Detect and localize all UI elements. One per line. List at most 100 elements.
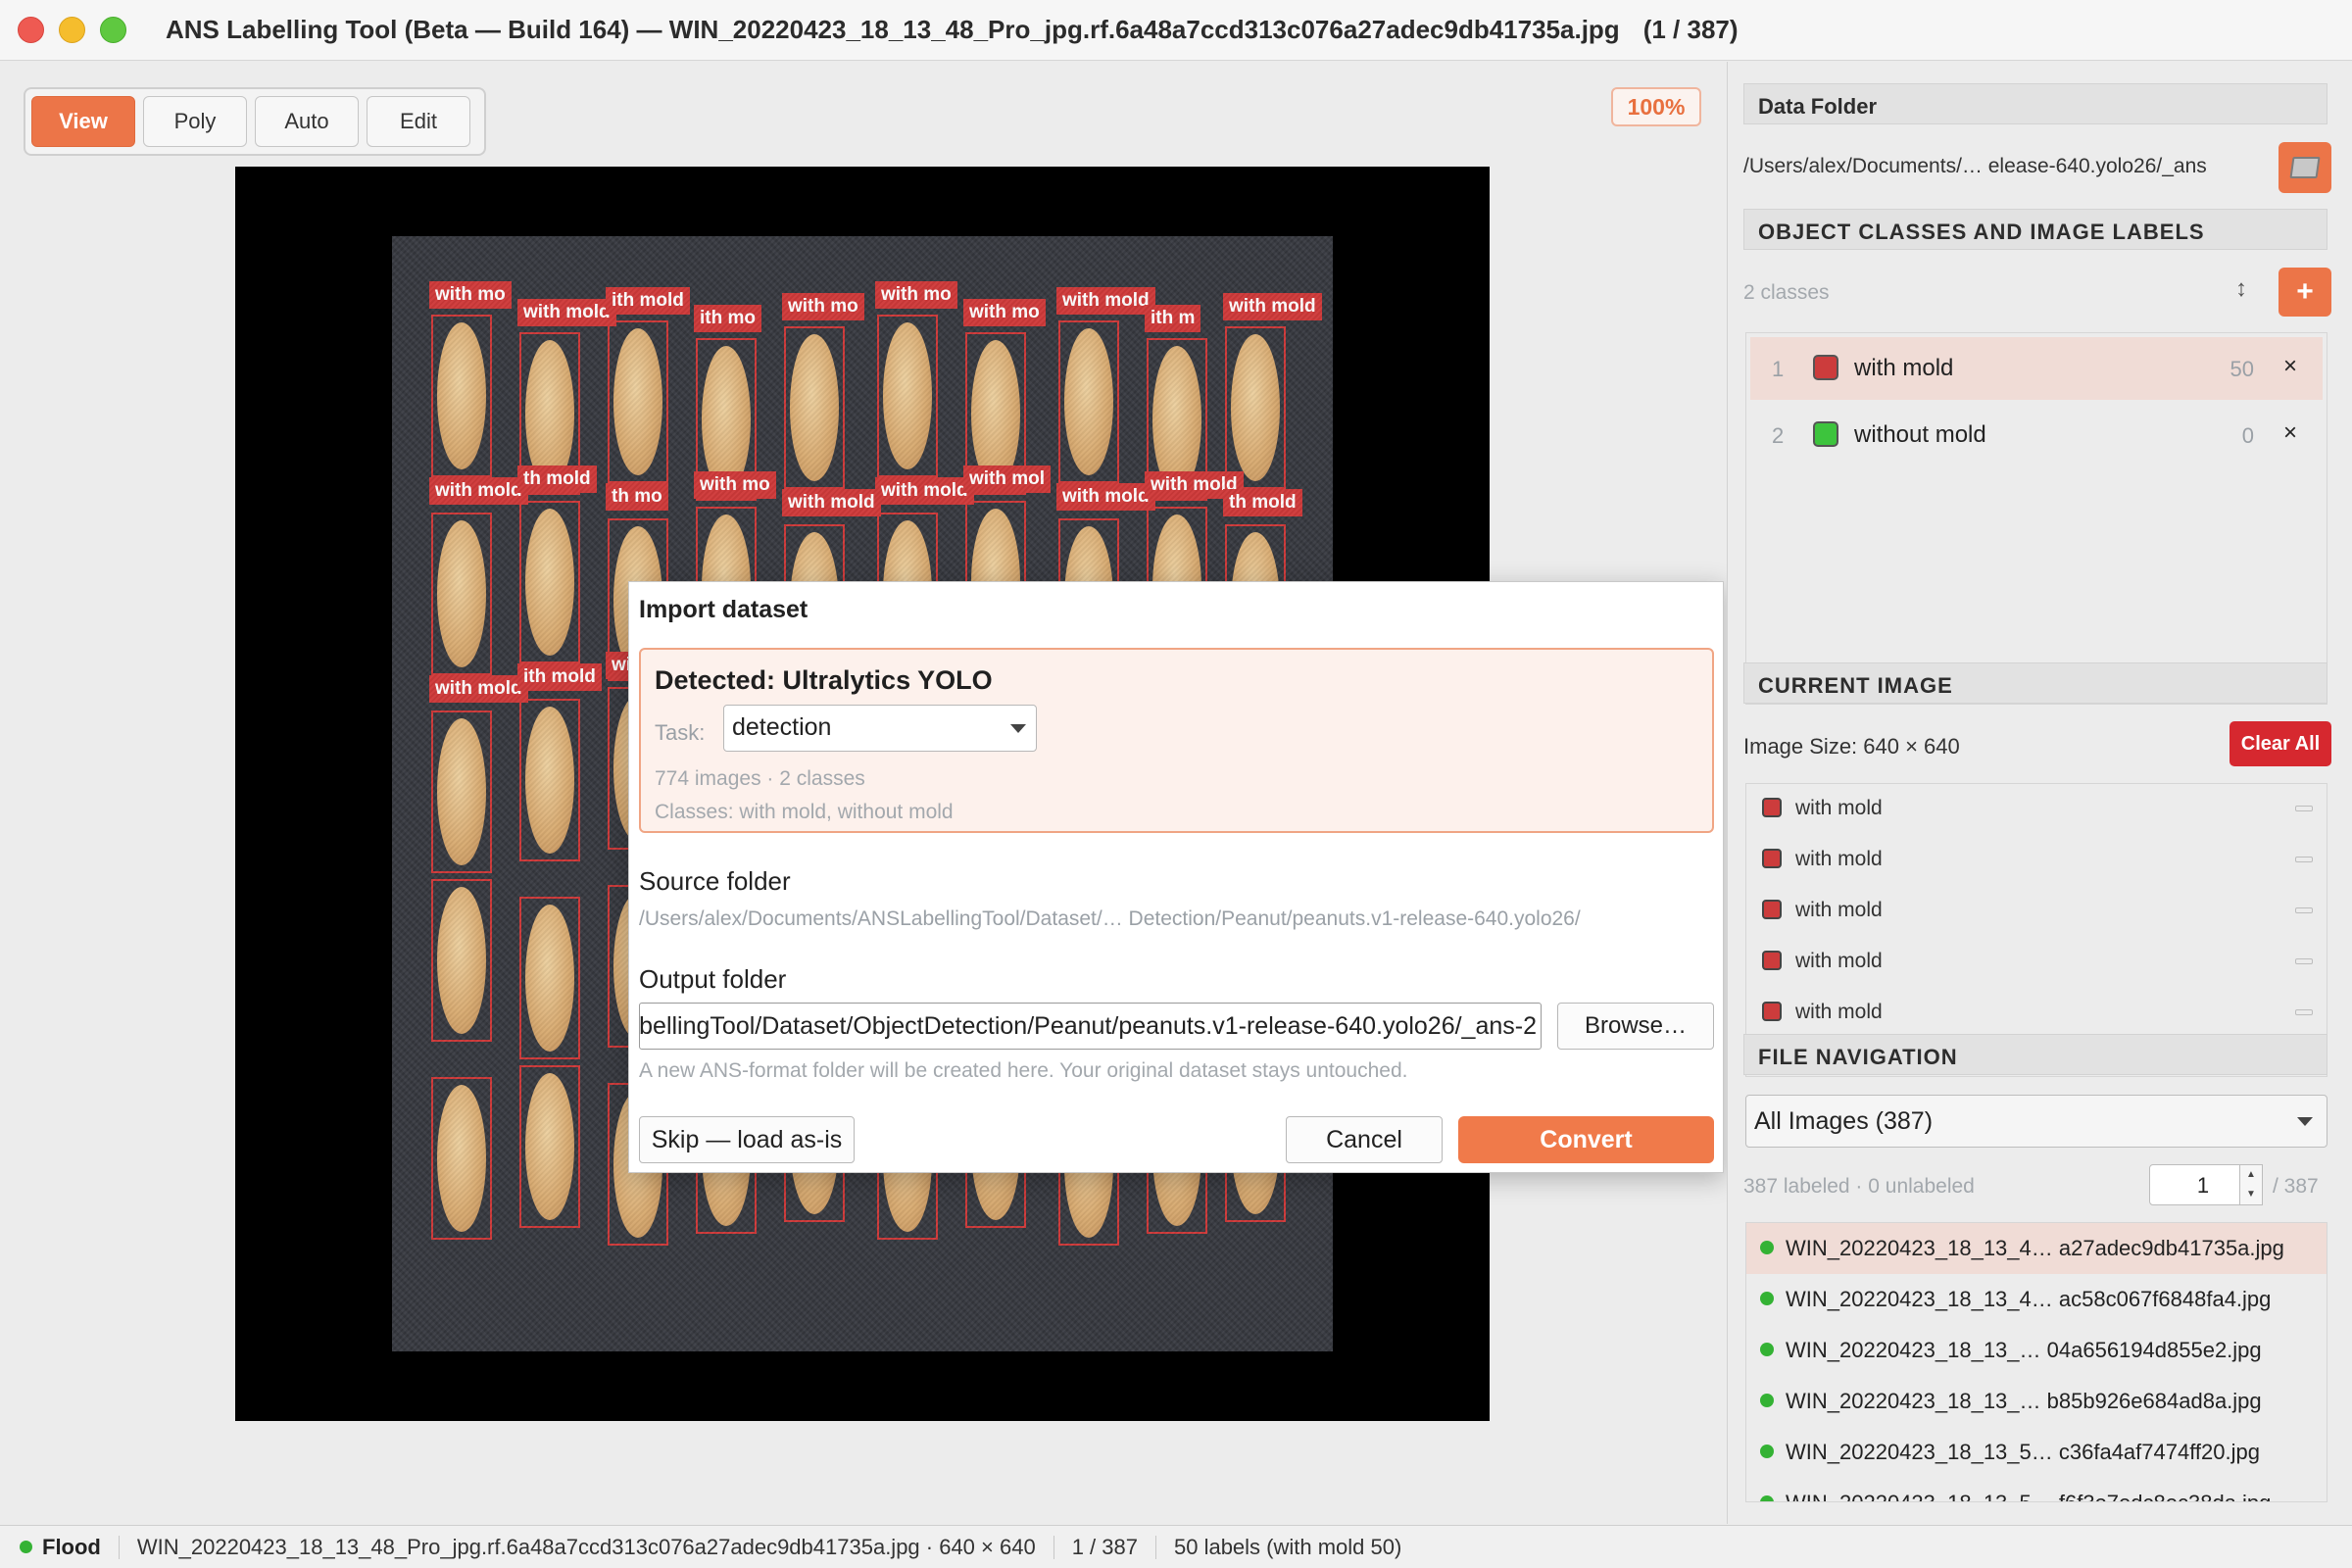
class-color-swatch[interactable] — [1813, 421, 1838, 447]
peanut-kernel — [525, 707, 574, 854]
file-row[interactable]: WIN_20220423_18_13_5… f6f3e7edc8ec38da.j… — [1746, 1478, 2327, 1501]
annotation-label: with mo — [782, 293, 864, 320]
file-row[interactable]: WIN_20220423_18_13_… 04a656194d855e2.jpg — [1746, 1325, 2327, 1376]
list-item[interactable]: with mold — [1746, 835, 2327, 886]
annotation-box[interactable] — [877, 315, 938, 477]
class-row[interactable]: 2 without mold 0 × — [1750, 404, 2323, 466]
annotation-label: with mold — [782, 489, 881, 516]
open-folder-button[interactable] — [2278, 142, 2331, 193]
zoom-window-button[interactable] — [100, 17, 126, 43]
sort-icon[interactable]: ↕ — [2235, 275, 2247, 303]
visibility-icon[interactable] — [2295, 806, 2313, 811]
labeled-status-icon — [1760, 1445, 1774, 1458]
annotation-label: ith mold — [517, 663, 602, 691]
clear-all-button[interactable]: Clear All — [2230, 721, 2331, 766]
annotation-box[interactable] — [519, 332, 580, 495]
file-row[interactable]: WIN_20220423_18_13_5… c36fa4af7474ff20.j… — [1746, 1427, 2327, 1478]
output-folder-label: Output folder — [639, 964, 787, 994]
annotation-box[interactable] — [784, 326, 845, 489]
annotation-label: with mold — [1056, 483, 1155, 511]
delete-class-icon[interactable]: × — [2283, 353, 2297, 380]
annotation-label: with mo — [875, 281, 957, 309]
annotation-box[interactable] — [1225, 326, 1286, 489]
annotation-box[interactable] — [696, 338, 757, 501]
class-name: without mold — [1854, 421, 1986, 448]
file-row[interactable]: WIN_20220423_18_13_4… a27adec9db41735a.j… — [1746, 1223, 2327, 1274]
label-color-swatch — [1762, 951, 1782, 970]
label-color-swatch — [1762, 798, 1782, 817]
class-count: 0 — [2241, 423, 2254, 448]
annotation-label: th mo — [606, 483, 668, 511]
visibility-icon[interactable] — [2295, 857, 2313, 862]
chevron-up-icon[interactable]: ▲ — [2246, 1169, 2256, 1180]
chevron-down-icon[interactable]: ▼ — [2246, 1189, 2256, 1200]
image-filter-select[interactable]: All Images (387) — [1745, 1095, 2328, 1148]
peanut-kernel — [437, 718, 486, 865]
peanut-kernel — [1152, 346, 1201, 493]
visibility-icon[interactable] — [2295, 1009, 2313, 1015]
browse-button[interactable]: Browse… — [1557, 1003, 1714, 1050]
add-class-button[interactable]: + — [2278, 268, 2331, 317]
class-color-swatch[interactable] — [1813, 355, 1838, 380]
annotation-box[interactable] — [608, 320, 668, 483]
peanut-kernel — [1064, 328, 1113, 475]
file-name: WIN_20220423_18_13_… b85b926e684ad8a.jpg — [1786, 1389, 2262, 1413]
peanut-kernel — [1231, 334, 1280, 481]
mode-auto-button[interactable]: Auto — [255, 96, 359, 147]
label-name: with mold — [1795, 950, 1883, 972]
list-item[interactable]: with mold — [1746, 988, 2327, 1039]
class-row[interactable]: 1 with mold 50 × — [1750, 337, 2323, 400]
annotation-box[interactable] — [965, 332, 1026, 495]
annotation-box[interactable] — [519, 897, 580, 1059]
title-bar: ANS Labelling Tool (Beta — Build 164) — … — [0, 0, 2352, 61]
annotation-label: with mo — [694, 471, 776, 499]
task-select[interactable]: detection — [723, 705, 1037, 752]
file-name: WIN_20220423_18_13_4… ac58c067f6848fa4.j… — [1786, 1287, 2272, 1311]
list-item[interactable]: with mold — [1746, 886, 2327, 937]
divider — [118, 1535, 120, 1559]
window-title: ANS Labelling Tool (Beta — Build 164) — … — [166, 15, 1620, 44]
skip-button[interactable]: Skip — load as-is — [639, 1116, 855, 1163]
class-name: with mold — [1854, 355, 1954, 381]
annotation-box[interactable] — [1147, 338, 1207, 501]
close-window-button[interactable] — [18, 17, 44, 43]
annotation-box[interactable] — [519, 1065, 580, 1228]
file-name: WIN_20220423_18_13_5… c36fa4af7474ff20.j… — [1786, 1440, 2260, 1464]
current-image-header: CURRENT IMAGE — [1743, 662, 2328, 704]
chevron-down-icon — [1010, 724, 1026, 733]
annotation-box[interactable] — [1058, 320, 1119, 483]
annotation-box[interactable] — [431, 710, 492, 873]
image-filter-value: All Images (387) — [1754, 1107, 1934, 1135]
mode-view-button[interactable]: View — [31, 96, 135, 147]
label-name: with mold — [1795, 848, 1883, 870]
annotation-box[interactable] — [519, 501, 580, 663]
convert-button[interactable]: Convert — [1458, 1116, 1714, 1163]
task-label: Task: — [655, 720, 706, 745]
peanut-kernel — [971, 340, 1020, 487]
output-folder-hint: A new ANS-format folder will be created … — [639, 1059, 1408, 1082]
annotation-box[interactable] — [519, 699, 580, 861]
file-row[interactable]: WIN_20220423_18_13_4… ac58c067f6848fa4.j… — [1746, 1274, 2327, 1325]
annotation-label: ith m — [1145, 305, 1201, 332]
dataset-classes: Classes: with mold, without mold — [655, 801, 954, 823]
annotation-box[interactable] — [431, 879, 492, 1042]
zoom-level[interactable]: 100% — [1611, 87, 1701, 126]
annotation-box[interactable] — [431, 1077, 492, 1240]
output-folder-input[interactable]: /Users/alex/Documents/ANSLabellingTool/D… — [639, 1003, 1542, 1050]
list-item[interactable]: with mold — [1746, 784, 2327, 835]
annotation-box[interactable] — [431, 315, 492, 477]
page-stepper[interactable]: ▲ ▼ — [2239, 1164, 2263, 1205]
data-folder-header: Data Folder — [1743, 83, 2328, 124]
visibility-icon[interactable] — [2295, 907, 2313, 913]
delete-class-icon[interactable]: × — [2283, 419, 2297, 447]
status-page: 1 / 387 — [1071, 1534, 1138, 1559]
visibility-icon[interactable] — [2295, 958, 2313, 964]
list-item[interactable]: with mold — [1746, 937, 2327, 988]
mode-edit-button[interactable]: Edit — [367, 96, 470, 147]
cancel-button[interactable]: Cancel — [1286, 1116, 1443, 1163]
file-row[interactable]: WIN_20220423_18_13_… b85b926e684ad8a.jpg — [1746, 1376, 2327, 1427]
annotation-box[interactable] — [431, 513, 492, 675]
mode-poly-button[interactable]: Poly — [143, 96, 247, 147]
minimize-window-button[interactable] — [59, 17, 85, 43]
annotation-label: with mold — [1056, 287, 1155, 315]
